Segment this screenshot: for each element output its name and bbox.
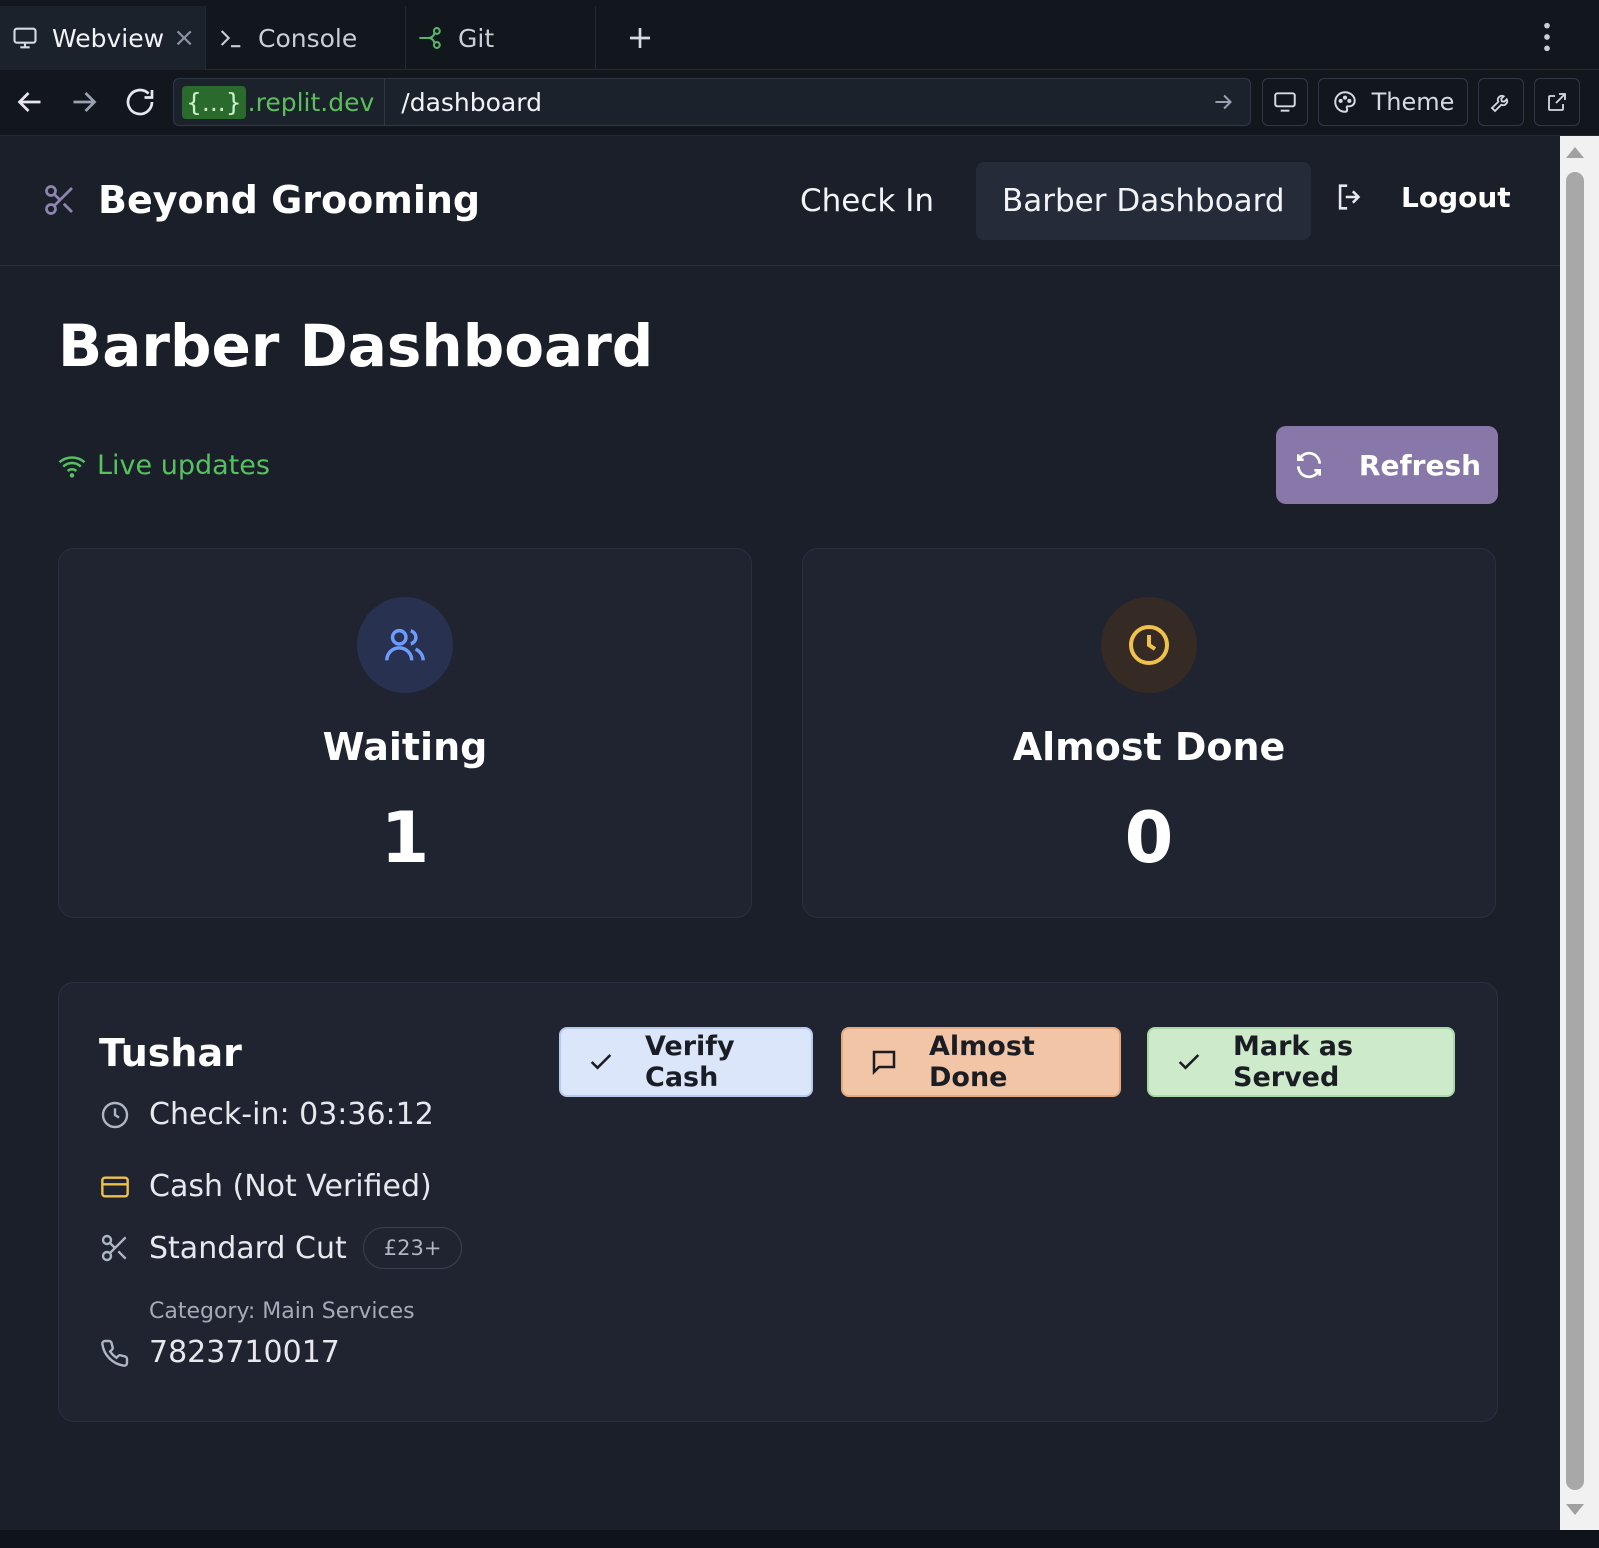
live-updates-indicator: Live updates	[57, 450, 270, 481]
more-vertical-icon[interactable]	[1540, 20, 1554, 54]
credit-card-icon	[99, 1171, 133, 1203]
refresh-label: Refresh	[1358, 448, 1482, 482]
logout-label: Logout	[1401, 180, 1511, 214]
phone-number: 7823710017	[149, 1335, 340, 1370]
devtools-button[interactable]	[1478, 78, 1524, 126]
open-external-button[interactable]	[1534, 78, 1580, 126]
go-arrow-icon[interactable]	[1210, 89, 1236, 115]
payment-row: Cash (Not Verified)	[99, 1169, 432, 1204]
monitor-icon	[1272, 89, 1298, 115]
scrollbar-thumb[interactable]	[1566, 172, 1584, 1490]
external-link-icon	[1545, 90, 1569, 114]
scroll-up-arrow-icon[interactable]	[1563, 142, 1587, 162]
live-updates-label: Live updates	[97, 450, 270, 481]
webview-toolbar: {...} .replit.dev /dashboard Theme	[0, 70, 1599, 136]
refresh-button[interactable]: Refresh	[1276, 426, 1498, 504]
logout-icon	[1333, 180, 1367, 214]
check-in-time-row: Check-in: 03:36:12	[99, 1097, 434, 1132]
tab-git[interactable]: Git	[406, 6, 596, 70]
device-preview-button[interactable]	[1262, 78, 1308, 126]
url-field[interactable]: {...} .replit.dev /dashboard	[173, 78, 1251, 126]
users-icon	[357, 597, 453, 693]
site-header: Beyond Grooming Check In Barber Dashboar…	[0, 136, 1560, 266]
nav-check-in[interactable]: Check In	[774, 162, 960, 240]
waiting-label: Waiting	[322, 725, 488, 769]
git-branch-icon	[416, 24, 446, 52]
almost-done-count: 0	[1124, 797, 1174, 879]
tab-label: Git	[458, 23, 495, 53]
page-title: Barber Dashboard	[58, 312, 654, 380]
scissors-icon	[42, 182, 78, 218]
tab-label: Console	[258, 23, 358, 53]
waiting-count: 1	[380, 797, 430, 879]
brand[interactable]: Beyond Grooming	[42, 178, 480, 222]
forward-arrow-icon[interactable]	[66, 84, 102, 120]
phone-row: 7823710017	[99, 1335, 340, 1370]
url-path[interactable]: /dashboard	[385, 88, 542, 117]
brand-name: Beyond Grooming	[98, 178, 481, 222]
check-in-time: Check-in: 03:36:12	[149, 1097, 434, 1132]
almost-done-button[interactable]: Almost Done	[841, 1027, 1121, 1097]
new-tab-button[interactable]	[620, 18, 660, 58]
terminal-icon	[216, 24, 246, 52]
payment-status: Cash (Not Verified)	[149, 1169, 432, 1204]
monitor-icon	[10, 24, 40, 52]
almost-done-button-label: Almost Done	[929, 1031, 1035, 1093]
scissors-icon	[99, 1232, 133, 1264]
url-origin-domain: .replit.dev	[247, 87, 375, 117]
webview-page: Beyond Grooming Check In Barber Dashboar…	[0, 136, 1560, 1530]
refresh-icon	[1293, 449, 1325, 481]
url-origin: {...} .replit.dev	[174, 79, 386, 125]
clock-icon	[99, 1099, 133, 1131]
url-origin-badge: {...}	[182, 85, 246, 119]
workspace-tab-bar: Webview × Console Git	[0, 0, 1599, 70]
logout-button[interactable]: Logout	[1333, 180, 1511, 214]
price-badge: £23+	[362, 1227, 463, 1269]
tab-webview[interactable]: Webview ×	[0, 6, 206, 70]
mark-as-served-label: Mark as Served	[1233, 1031, 1354, 1093]
tab-console[interactable]: Console	[206, 6, 406, 70]
almost-done-stat-card: Almost Done 0	[802, 548, 1496, 918]
check-icon	[587, 1048, 615, 1076]
back-arrow-icon[interactable]	[12, 84, 48, 120]
scroll-down-arrow-icon[interactable]	[1563, 1500, 1587, 1520]
mark-as-served-button[interactable]: Mark as Served	[1147, 1027, 1455, 1097]
wifi-icon	[57, 451, 87, 481]
service-name: Standard Cut	[149, 1230, 347, 1266]
verify-cash-label: Verify Cash	[645, 1031, 735, 1093]
tab-label: Webview	[52, 23, 165, 53]
phone-icon	[99, 1337, 133, 1369]
theme-label: Theme	[1371, 88, 1455, 116]
palette-icon	[1332, 89, 1358, 115]
clock-icon	[1101, 597, 1197, 693]
service-row: Standard Cut £23+	[99, 1227, 463, 1269]
customer-name: Tushar	[99, 1031, 242, 1075]
message-square-icon	[869, 1047, 899, 1077]
waiting-stat-card: Waiting 1	[58, 548, 752, 918]
verify-cash-button[interactable]: Verify Cash	[559, 1027, 813, 1097]
service-category: Category: Main Services	[149, 1299, 415, 1324]
reload-icon[interactable]	[122, 84, 158, 120]
customer-card: Tushar Check-in: 03:36:12 Cash (Not Veri…	[58, 982, 1498, 1422]
wrench-icon	[1489, 90, 1513, 114]
almost-done-label: Almost Done	[1012, 725, 1286, 769]
close-icon[interactable]: ×	[173, 23, 195, 53]
nav-barber-dashboard[interactable]: Barber Dashboard	[976, 162, 1311, 240]
check-icon	[1175, 1048, 1203, 1076]
theme-button[interactable]: Theme	[1318, 78, 1468, 126]
